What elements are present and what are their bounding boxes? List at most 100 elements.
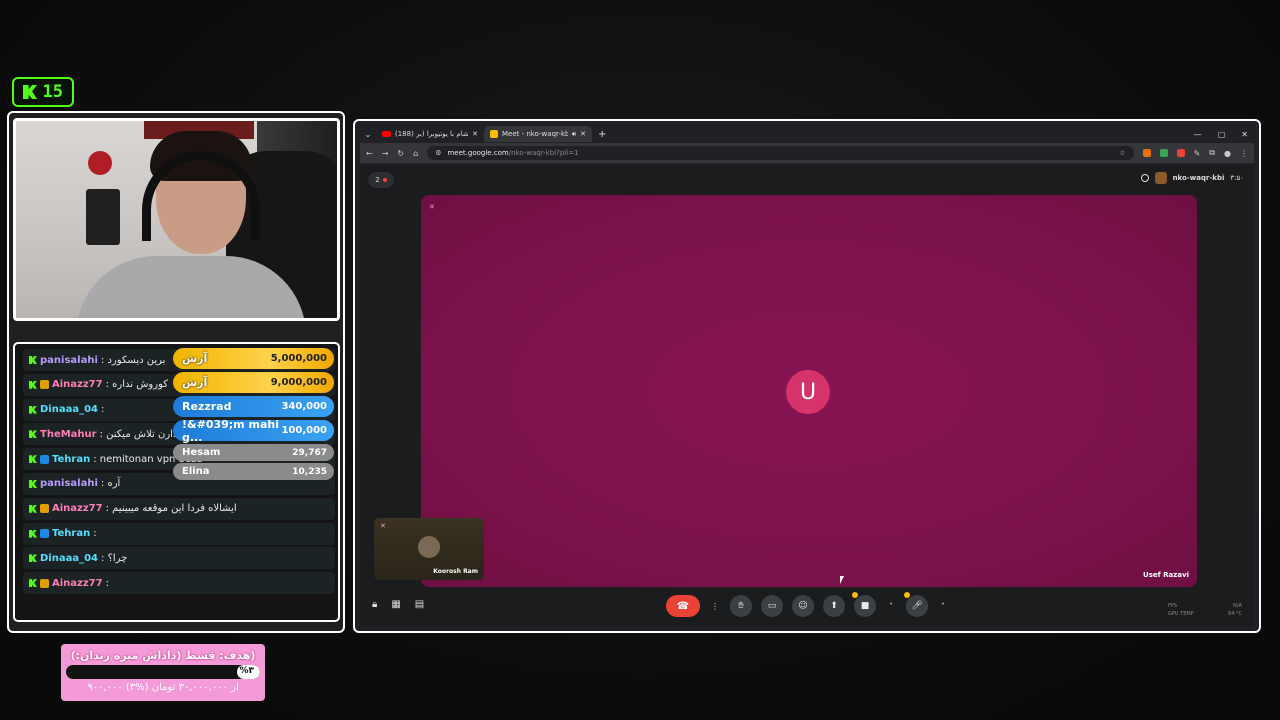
close-window-icon[interactable]: ✕ — [1241, 130, 1248, 139]
activities-icon[interactable]: ▦ — [391, 599, 400, 610]
address-bar[interactable]: ⚙ meet.google.com/nko-waqr-kbi?pli=1 ☆ — [427, 146, 1134, 160]
chat-text: : — [105, 577, 109, 589]
kick-logo-icon — [29, 430, 37, 439]
captions-button[interactable]: ▭ — [761, 595, 783, 617]
kick-logo-icon — [29, 504, 37, 513]
chat-username[interactable]: Dinaaa_04 — [40, 404, 98, 415]
meeting-icon — [1154, 172, 1167, 184]
donor-name: Hesam — [182, 447, 221, 458]
kick-viewer-badge: 15 — [12, 77, 74, 107]
reload-icon[interactable]: ↻ — [397, 149, 404, 158]
moderator-badge-icon — [40, 529, 49, 539]
donor-entry: آرش 5,000,000 — [173, 348, 334, 369]
chat-text: : ایشالاه فردا این موقعه میبینیم — [105, 503, 237, 515]
info-icon[interactable] — [1140, 174, 1149, 182]
meet-icon — [490, 130, 498, 138]
kick-logo-icon — [29, 356, 37, 364]
goal-progress-bar: %۳ — [66, 665, 260, 679]
tab-search-icon[interactable]: ⌄ — [360, 130, 376, 139]
participant-count[interactable]: 2 — [368, 172, 394, 188]
present-button[interactable]: ⬆ — [823, 595, 845, 617]
close-tab-icon[interactable]: ✕ — [472, 130, 478, 138]
chat-icon[interactable]: ▤ — [415, 599, 424, 610]
donor-entry: Hesam 29,767 — [173, 444, 334, 461]
participant-avatar: U — [786, 370, 830, 414]
chat-username[interactable]: TheMahur — [40, 429, 97, 440]
close-tab-icon[interactable]: ✕ — [580, 130, 586, 138]
profile-icon[interactable]: ● — [1224, 149, 1231, 158]
donor-name: آرش — [182, 376, 208, 389]
chat-text: : برین دیسکورد — [100, 354, 166, 366]
microphone-button[interactable]: 🎤︎ — [904, 592, 928, 617]
participant-tile-main[interactable]: ✕ U Usef Razavi — [421, 195, 1197, 587]
kick-logo-icon — [23, 85, 37, 99]
crown-badge-icon — [40, 578, 49, 588]
site-info-icon[interactable]: ⚙ — [435, 149, 441, 157]
chat-text: : — [101, 404, 105, 416]
kick-logo-icon — [29, 554, 37, 563]
minimize-icon[interactable]: — — [1194, 130, 1202, 139]
donor-amount: 9,000,000 — [270, 377, 327, 388]
home-icon[interactable]: ⌂ — [413, 149, 418, 158]
goal-subtitle: ۹۰۰,۰۰۰ از ۳۰,۰۰۰,۰۰۰ تومان (%۳) — [87, 682, 239, 693]
new-tab-button[interactable]: + — [598, 129, 606, 140]
system-stats-overlay: FPS N/A GPU TEMP 84 °C — [1168, 602, 1242, 618]
mic-options-icon[interactable]: ˄ — [937, 595, 949, 617]
donation-goal-widget: هدف: قسط (داداش میره زندان:)) %۳ ۹۰۰,۰۰۰… — [61, 644, 265, 701]
tab-bar: ⌄ (188) بفرمایید: شام با یوتیوبرا (بر...… — [360, 125, 1254, 143]
crown-badge-icon — [40, 380, 49, 390]
pen-icon[interactable]: ✎ — [1194, 149, 1201, 158]
warning-icon — [904, 592, 910, 598]
donor-name: !&#039;m mahi g... — [182, 417, 279, 444]
chat-username[interactable]: Ainazz77 — [52, 578, 103, 589]
camera-options-icon[interactable]: ˄ — [885, 595, 897, 617]
stat-label: FPS — [1168, 603, 1178, 609]
kick-logo-icon — [29, 405, 37, 414]
crown-badge-icon — [40, 504, 49, 514]
extension-icon[interactable] — [1142, 149, 1151, 157]
emoji-button[interactable]: ☺ — [792, 595, 814, 617]
donor-entry: Rezzrad 340,000 — [173, 396, 334, 417]
tab-title: (188) بفرمایید: شام با یوتیوبرا (بر... — [395, 130, 469, 138]
extension-icon[interactable] — [1176, 149, 1185, 157]
leave-call-button[interactable]: ☎ — [666, 595, 700, 617]
tab-title: Meet - nko-waqr-kbi — [502, 130, 568, 138]
chat-message: Ainazz77: — [23, 572, 335, 595]
meeting-code: nko-waqr-kbi — [1172, 174, 1225, 182]
tab-youtube[interactable]: (188) بفرمایید: شام با یوتیوبرا (بر... ✕ — [376, 126, 484, 142]
meet-stage: 2 nko-waqr-kbi ۳:۵۰ ✕ U Usef Razavi ✕ Ko… — [360, 165, 1254, 626]
donor-name: Elina — [182, 466, 210, 477]
mic-off-icon: ✕ — [429, 203, 435, 211]
webcam-feed — [13, 118, 340, 321]
chat-username[interactable]: Ainazz77 — [52, 503, 103, 514]
chat-username[interactable]: panisalahi — [40, 478, 98, 489]
forward-icon[interactable]: → — [382, 149, 389, 158]
extension-icon[interactable] — [1159, 149, 1168, 157]
spiderman-figure-icon — [88, 151, 112, 175]
maximize-icon[interactable]: ▢ — [1218, 130, 1226, 139]
chat-text: : چرا؟ — [101, 552, 128, 564]
browser-window: ⌄ (188) بفرمایید: شام با یوتیوبرا (بر...… — [353, 119, 1261, 633]
kick-logo-icon — [29, 579, 37, 588]
audio-icon[interactable]: 🔊︎ — [572, 130, 576, 139]
stat-value: N/A — [1233, 603, 1242, 609]
stat-label: GPU TEMP — [1168, 611, 1194, 617]
back-icon[interactable]: ← — [366, 149, 373, 158]
menu-icon[interactable]: ⋮ — [1240, 149, 1248, 158]
donor-amount: 340,000 — [281, 401, 327, 412]
participant-tile-self[interactable]: ✕ Koorosh Ram — [374, 518, 484, 580]
camera-button[interactable]: ■ — [852, 592, 876, 617]
donor-entry: !&#039;m mahi g... 100,000 — [173, 417, 334, 444]
tab-meet[interactable]: Meet - nko-waqr-kbi 🔊︎ ✕ — [484, 126, 592, 142]
chat-username[interactable]: Tehran — [52, 454, 90, 465]
puzzle-icon[interactable]: ⧉ — [1209, 148, 1215, 158]
chat-username[interactable]: Tehran — [52, 528, 90, 539]
chat-username[interactable]: Dinaaa_04 — [40, 553, 98, 564]
chat-username[interactable]: panisalahi — [40, 355, 98, 366]
chat-username[interactable]: Ainazz77 — [52, 379, 103, 390]
bookmark-star-icon[interactable]: ☆ — [1119, 149, 1125, 157]
kick-logo-icon — [29, 529, 37, 538]
more-options-icon[interactable]: ⋮ — [709, 595, 721, 617]
raise-hand-button[interactable]: ✋︎ — [730, 595, 752, 617]
host-controls-icon[interactable]: 🔒︎ — [372, 599, 377, 610]
